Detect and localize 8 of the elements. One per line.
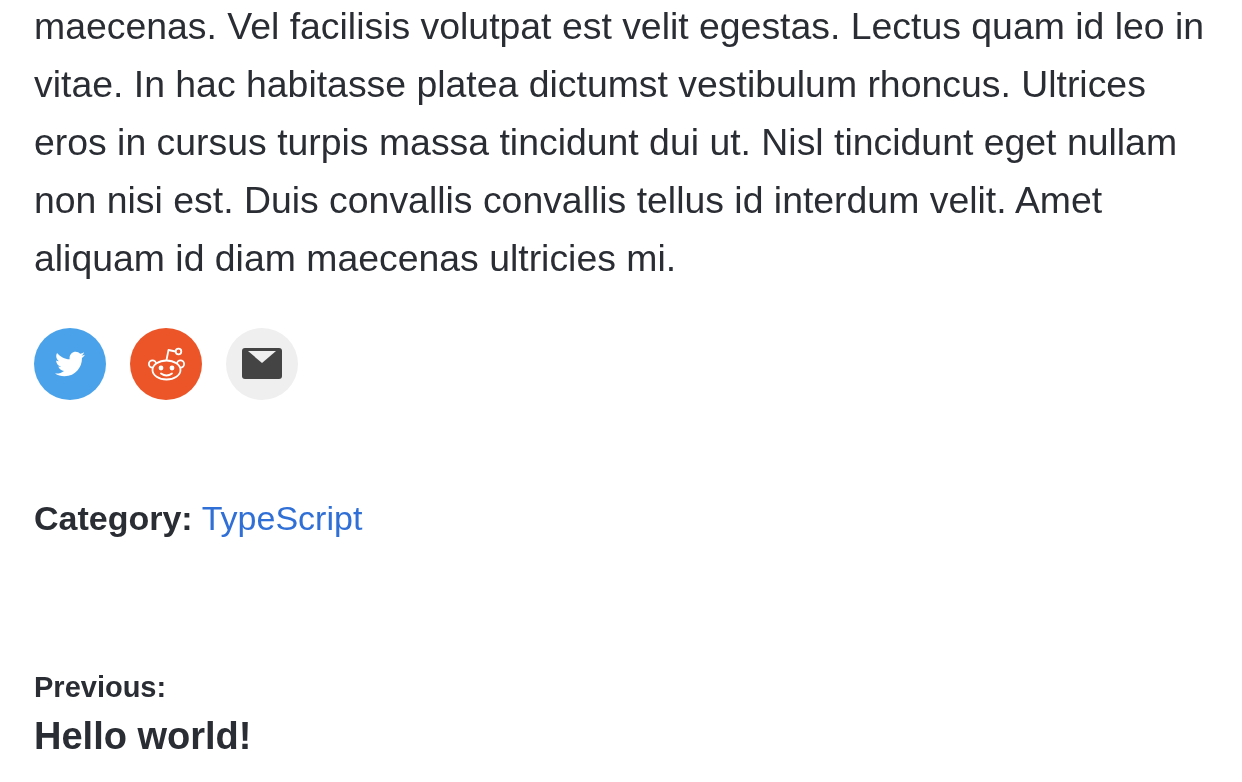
category-link[interactable]: TypeScript [201, 493, 363, 543]
alien-head-icon[interactable] [130, 328, 202, 400]
previous-post-link[interactable]: Hello world! [34, 713, 252, 759]
previous-label: Previous: [34, 670, 167, 705]
envelope-icon[interactable] [226, 328, 298, 400]
category-label: Category: [34, 498, 193, 539]
article-paragraph: maecenas. Vel facilisis volutpat est velit egestas. Lectus quam id leo in vitae. In hac habitasse platea dictumst vestibulum rhoncus. Ultrices eros in cursus turpis massa tincidunt dui ut. Nisl tincidunt eget nullam non nisi est. Duis convallis convallis tellus id interdum velit. Amet aliquam id diam maecenas ultricies mi. [34, 4, 1206, 281]
bird-icon[interactable] [34, 328, 106, 400]
